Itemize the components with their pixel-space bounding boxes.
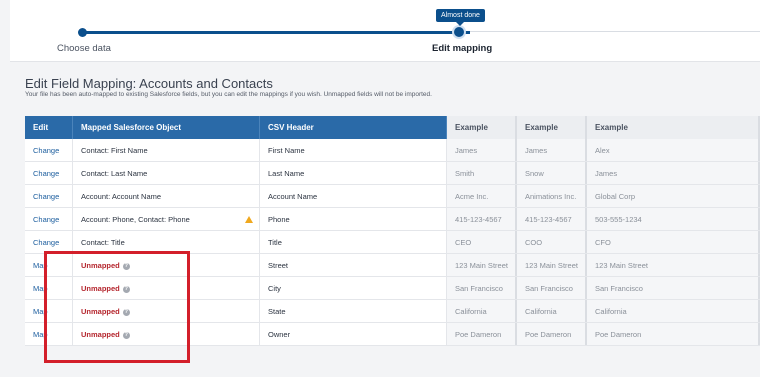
example-cell: 123 Main Street [447, 254, 517, 276]
csv-header-cell: Owner [260, 323, 447, 345]
csv-header-cell: First Name [260, 139, 447, 161]
example-cell: San Francisco [447, 277, 517, 299]
example-cell: Snow [517, 162, 587, 184]
change-link[interactable]: Change [33, 146, 59, 155]
example-cell: COO [517, 231, 587, 253]
example-cell: Poe Dameron [517, 323, 587, 345]
table-row: Change Contact: Last Name Last Name Smith Sn… [25, 162, 760, 185]
csv-header-cell: Last Name [260, 162, 447, 184]
edit-cell: Change [25, 231, 73, 253]
mapped-object-cell: Account: Phone, Contact: Phone [73, 208, 260, 230]
progress-track-remaining [470, 31, 760, 32]
column-header-csv: CSV Header [260, 116, 447, 139]
example-cell: 415-123-4567 [517, 208, 587, 230]
edit-cell: Change [25, 162, 73, 184]
change-link[interactable]: Change [33, 215, 59, 224]
column-header-mapped-object: Mapped Salesforce Object [73, 116, 260, 139]
example-cell: Poe Dameron [447, 323, 517, 345]
column-header-example-3: Example [587, 116, 760, 139]
example-cell: 503-555-1234 [587, 208, 760, 230]
mapped-object-cell: Contact: Last Name [73, 162, 260, 184]
edit-cell: Change [25, 185, 73, 207]
step-dot-edit-mapping [454, 27, 464, 37]
table-row: Change Account: Phone, Contact: Phone Phon… [25, 208, 760, 231]
example-cell: 415-123-4567 [447, 208, 517, 230]
step-dot-choose-data [78, 28, 87, 37]
example-cell: California [587, 300, 760, 322]
example-cell: San Francisco [587, 277, 760, 299]
example-cell: James [517, 139, 587, 161]
table-row: Change Contact: First Name First Name James… [25, 139, 760, 162]
example-cell: Acme Inc. [447, 185, 517, 207]
edit-cell: Change [25, 139, 73, 161]
example-cell: 123 Main Street [517, 254, 587, 276]
highlight-box [44, 251, 190, 363]
column-header-example-2: Example [517, 116, 587, 139]
example-cell: 123 Main Street [587, 254, 760, 276]
csv-header-cell: Account Name [260, 185, 447, 207]
example-cell: CEO [447, 231, 517, 253]
csv-header-cell: Phone [260, 208, 447, 230]
csv-header-cell: State [260, 300, 447, 322]
table-header-row: Edit Mapped Salesforce Object CSV Header… [25, 116, 760, 139]
csv-header-cell: City [260, 277, 447, 299]
example-cell: Smith [447, 162, 517, 184]
mapped-object-label: Contact: First Name [81, 146, 148, 155]
progress-track-complete [82, 31, 470, 34]
mapped-object-cell: Contact: Title [73, 231, 260, 253]
example-cell: James [587, 162, 760, 184]
page-title: Edit Field Mapping: Accounts and Contact… [25, 76, 273, 91]
progress-bar: Almost done Choose data Edit mapping [10, 0, 760, 62]
example-cell: California [447, 300, 517, 322]
warning-icon [245, 216, 253, 223]
example-cell: CFO [587, 231, 760, 253]
example-cell: Global Corp [587, 185, 760, 207]
column-header-edit: Edit [25, 116, 73, 139]
edit-cell: Change [25, 208, 73, 230]
example-cell: Poe Dameron [587, 323, 760, 345]
change-link[interactable]: Change [33, 238, 59, 247]
mapped-object-label: Contact: Last Name [81, 169, 148, 178]
change-link[interactable]: Change [33, 169, 59, 178]
mapped-object-cell: Contact: First Name [73, 139, 260, 161]
table-row: Change Account: Account Name Account Name A… [25, 185, 760, 208]
mapped-object-label: Account: Phone, Contact: Phone [81, 215, 190, 224]
mapped-object-label: Account: Account Name [81, 192, 162, 201]
example-cell: James [447, 139, 517, 161]
change-link[interactable]: Change [33, 192, 59, 201]
step-label-choose-data[interactable]: Choose data [57, 43, 111, 54]
example-cell: San Francisco [517, 277, 587, 299]
csv-header-cell: Title [260, 231, 447, 253]
example-cell: California [517, 300, 587, 322]
example-cell: Alex [587, 139, 760, 161]
page-subtitle: Your file has been auto-mapped to existi… [25, 91, 432, 98]
csv-header-cell: Street [260, 254, 447, 276]
mapped-object-label: Contact: Title [81, 238, 125, 247]
mapped-object-cell: Account: Account Name [73, 185, 260, 207]
step-label-edit-mapping: Edit mapping [432, 43, 493, 54]
column-header-example-1: Example [447, 116, 517, 139]
example-cell: Animations Inc. [517, 185, 587, 207]
progress-badge: Almost done [436, 9, 485, 26]
